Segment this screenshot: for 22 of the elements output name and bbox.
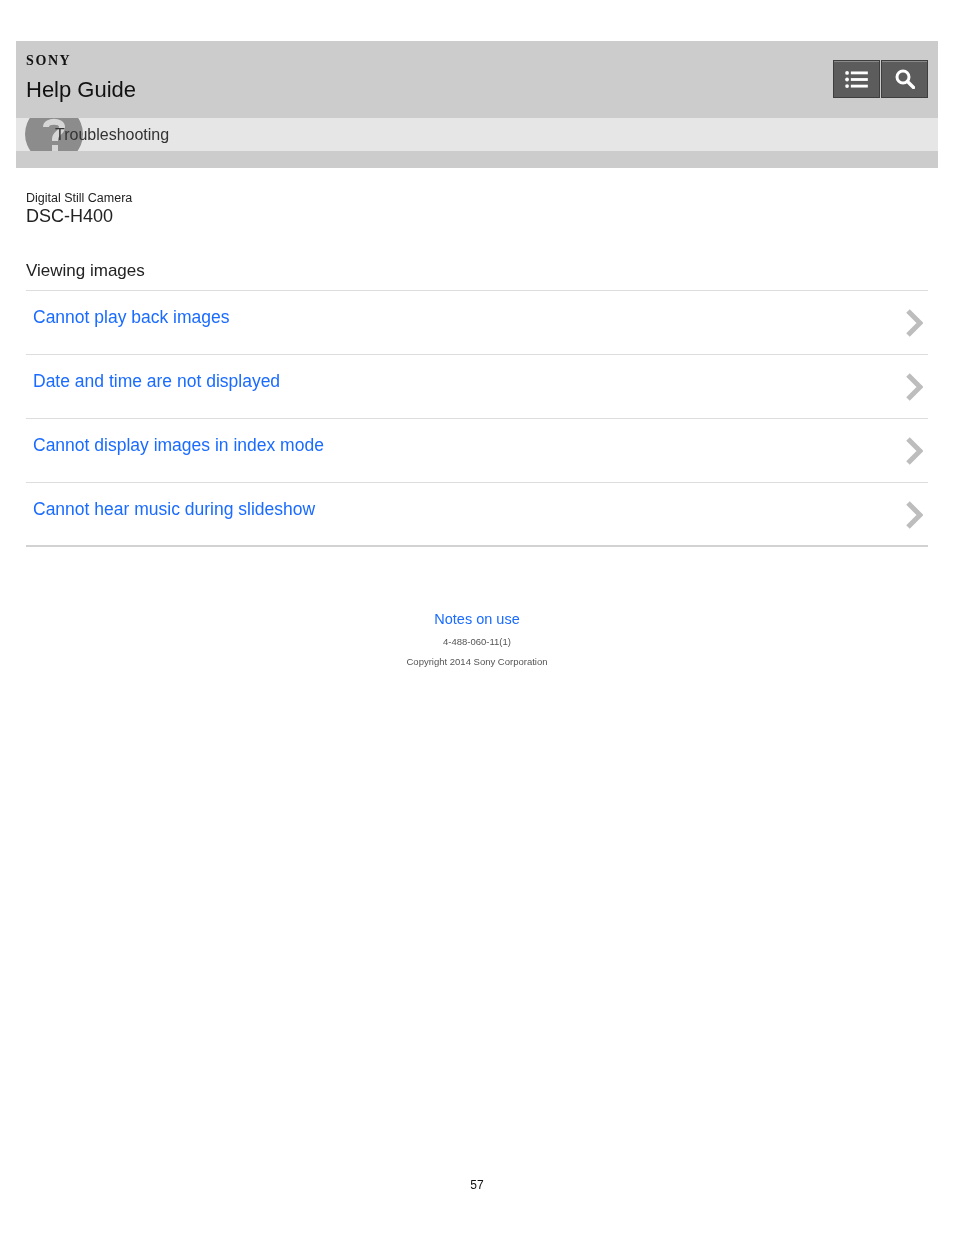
product-category: Digital Still Camera [26,191,133,206]
topic-link[interactable]: Cannot hear music during slideshow [33,499,316,519]
copyright-text: Copyright 2014 Sony Corporation [406,656,548,668]
product-model: DSC-H400 [26,206,114,226]
brand-logo: SONY [26,53,72,69]
document-code: 4-488-060-11(1) [443,636,511,648]
menu-button[interactable] [833,60,880,98]
chevron-icon [905,436,923,466]
breadcrumb-link[interactable]: Troubleshooting [55,124,170,145]
search-button[interactable] [881,60,928,98]
section-heading: Viewing images [26,261,145,281]
guide-title: Help Guide [26,77,137,103]
chevron-icon [905,372,923,402]
notes-link[interactable]: Notes on use [434,610,520,628]
chevron-icon [905,500,923,530]
chevron-icon [905,308,923,338]
page-number: 57 [470,1178,484,1192]
topic-link[interactable]: Cannot display images in index mode [33,435,324,455]
search-icon [894,69,915,89]
menu-icon [845,70,868,88]
topic-link[interactable]: Cannot play back images [33,307,230,327]
topic-link[interactable]: Date and time are not displayed [33,371,281,391]
